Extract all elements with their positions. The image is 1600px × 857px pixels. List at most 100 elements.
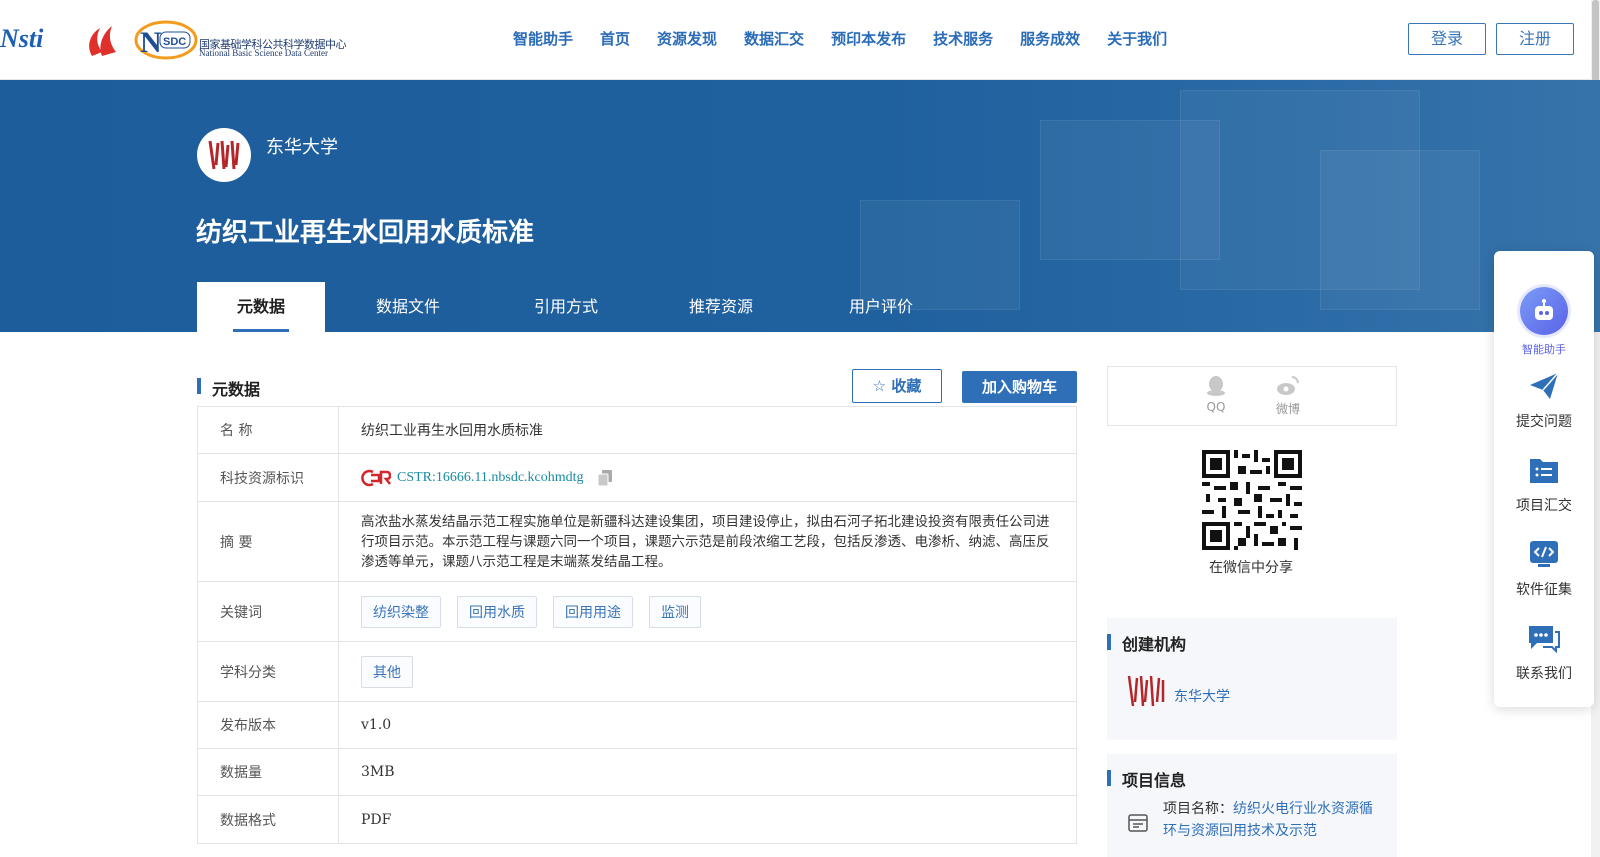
- float-submit-label: 提交问题: [1516, 414, 1572, 430]
- table-row: 名 称 纺织工业再生水回用水质标准: [198, 407, 1076, 454]
- project-info-card: 项目信息 项目名称：纺织火电行业水资源循环与资源回用技术及示范: [1107, 754, 1397, 857]
- cstr-logo[interactable]: Nsti: [0, 24, 68, 56]
- add-to-cart-button[interactable]: 加入购物车: [962, 371, 1077, 403]
- nav-home[interactable]: 首页: [600, 28, 630, 49]
- row-label: 摘 要: [198, 502, 339, 581]
- table-row: 数据格式 PDF: [198, 796, 1076, 843]
- resource-name-value: 纺织工业再生水回用水质标准: [361, 423, 543, 439]
- float-contact-us[interactable]: 联系我们: [1494, 623, 1594, 683]
- cstr-link[interactable]: CSTR:16666.11.nbsdc.kcohmdtg: [397, 470, 584, 486]
- floating-action-panel: 智能助手 提交问题 项目汇交 软件征集 联系我们: [1494, 251, 1594, 707]
- code-icon: [1530, 541, 1558, 567]
- creator-org-title: 创建机构: [1122, 635, 1187, 654]
- nav-service-results[interactable]: 服务成效: [1020, 28, 1080, 49]
- project-list-icon: [1128, 814, 1148, 832]
- row-label: 数据格式: [198, 796, 339, 843]
- project-info-text: 项目名称：纺织火电行业水资源循环与资源回用技术及示范: [1163, 798, 1383, 842]
- float-project-submission[interactable]: 项目汇交: [1494, 455, 1594, 515]
- data-size-value: 3MB: [361, 764, 395, 780]
- table-row: 摘 要 高浓盐水蒸发结晶示范工程实施单位是新疆科达建设集团，项目建设停止，拟由石…: [198, 502, 1076, 582]
- nav-tech-service[interactable]: 技术服务: [933, 28, 993, 49]
- tab-user-reviews[interactable]: 用户评价: [801, 282, 961, 332]
- wechat-qr-code: [1202, 450, 1302, 550]
- float-ai-label: 智能助手: [1522, 343, 1566, 356]
- keyword-tag[interactable]: 纺织染整: [361, 595, 441, 628]
- nav-about[interactable]: 关于我们: [1107, 28, 1167, 49]
- data-format-value: PDF: [361, 811, 392, 828]
- float-submit-question[interactable]: 提交问题: [1494, 371, 1594, 431]
- top-header: Nsti N SDC 国家基础学科公共科学数据中心 National Basic…: [0, 0, 1600, 80]
- section-accent-bar: [1107, 770, 1111, 786]
- table-row: 科技资源标识 CSTR:16666.11.nbsdc.kcohmdtg: [198, 454, 1076, 502]
- share-qq[interactable]: QQ: [1196, 375, 1236, 414]
- keyword-tag[interactable]: 监测: [649, 595, 701, 628]
- share-weibo-label: 微博: [1275, 402, 1300, 416]
- qr-label: 在微信中分享: [1209, 560, 1293, 576]
- row-label: 名 称: [198, 407, 339, 453]
- row-label: 发布版本: [198, 702, 339, 748]
- section-accent-bar: [1107, 634, 1111, 650]
- subject-tag[interactable]: 其他: [361, 655, 413, 688]
- nav-ai-assistant[interactable]: 智能助手: [513, 28, 573, 49]
- row-label: 关键词: [198, 582, 339, 641]
- table-row: 关键词 纺织染整 回用水质 回用用途 监测: [198, 582, 1076, 642]
- share-weibo[interactable]: 微博: [1268, 375, 1308, 417]
- creator-org-card: 创建机构 东华大学: [1107, 618, 1397, 740]
- cstr-value-cell: CSTR:16666.11.nbsdc.kcohmdtg: [339, 454, 1076, 501]
- keyword-tag[interactable]: 回用用途: [553, 595, 633, 628]
- float-ai-assistant[interactable]: 智能助手: [1494, 287, 1594, 357]
- institution-seal-icon: [208, 140, 240, 170]
- page: Nsti N SDC 国家基础学科公共科学数据中心 National Basic…: [0, 0, 1600, 857]
- institution-name[interactable]: 东华大学: [266, 133, 338, 159]
- nav-resource-discovery[interactable]: 资源发现: [657, 28, 717, 49]
- keywords-cell: 纺织染整 回用水质 回用用途 监测: [339, 582, 1076, 641]
- register-button[interactable]: 注册: [1496, 23, 1574, 55]
- cstr-icon: [361, 469, 391, 486]
- qq-icon: [1207, 376, 1225, 396]
- project-info-title: 项目信息: [1122, 771, 1187, 790]
- svg-text:N: N: [140, 26, 162, 59]
- detail-tabs: 元数据 数据文件 引用方式 推荐资源 用户评价: [197, 282, 961, 332]
- paper-plane-icon: [1530, 372, 1559, 399]
- summary-value: 高浓盐水蒸发结晶示范工程实施单位是新疆科达建设集团，项目建设停止，拟由石河子拓北…: [361, 513, 1050, 570]
- row-label: 科技资源标识: [198, 454, 339, 501]
- org-link[interactable]: 东华大学: [1174, 686, 1230, 706]
- subject-cell: 其他: [339, 642, 1076, 701]
- float-software-collection[interactable]: 软件征集: [1494, 539, 1594, 599]
- favorite-button[interactable]: ☆ 收藏: [852, 369, 942, 403]
- nav-preprint[interactable]: 预印本发布: [831, 28, 906, 49]
- tab-recommended[interactable]: 推荐资源: [641, 282, 801, 332]
- tab-data-files[interactable]: 数据文件: [325, 282, 491, 332]
- row-label: 学科分类: [198, 642, 339, 701]
- copy-icon[interactable]: [597, 469, 612, 486]
- institution-logo[interactable]: [197, 128, 251, 182]
- main-nav: 智能助手 首页 资源发现 数据汇交 预印本发布 技术服务 服务成效 关于我们: [513, 28, 1194, 49]
- tab-metadata[interactable]: 元数据: [197, 282, 325, 332]
- star-icon: ☆: [872, 377, 887, 395]
- nav-data-submission[interactable]: 数据汇交: [744, 28, 804, 49]
- float-software-label: 软件征集: [1516, 582, 1572, 598]
- row-label: 数据量: [198, 749, 339, 795]
- table-row: 学科分类 其他: [198, 642, 1076, 702]
- project-label: 项目名称：: [1163, 801, 1233, 817]
- cas-logo-icon: [89, 26, 116, 56]
- table-row: 数据量 3MB: [198, 749, 1076, 796]
- org-seal-icon: [1127, 675, 1165, 707]
- metadata-table: 名 称 纺织工业再生水回用水质标准 科技资源标识 CSTR:16666.11.n…: [197, 406, 1077, 844]
- robot-icon: [1520, 287, 1568, 335]
- version-value: v1.0: [361, 717, 392, 733]
- keyword-tag[interactable]: 回用水质: [457, 595, 537, 628]
- folder-list-icon: [1530, 459, 1558, 483]
- nsdc-logo[interactable]: N SDC 国家基础学科公共科学数据中心 National Basic Scie…: [134, 20, 354, 60]
- login-button[interactable]: 登录: [1408, 23, 1486, 55]
- section-accent-bar: [197, 378, 201, 394]
- svg-text:SDC: SDC: [163, 36, 186, 48]
- chat-bubble-icon: [1529, 626, 1560, 654]
- cas-logo[interactable]: [82, 22, 122, 60]
- share-qq-label: QQ: [1206, 400, 1226, 414]
- float-contact-label: 联系我们: [1516, 666, 1572, 682]
- nsdc-logo-en: National Basic Science Data Center: [199, 48, 328, 58]
- tab-citation[interactable]: 引用方式: [491, 282, 641, 332]
- page-title: 纺织工业再生水回用水质标准: [196, 218, 535, 248]
- banner-decoration: [1320, 150, 1480, 310]
